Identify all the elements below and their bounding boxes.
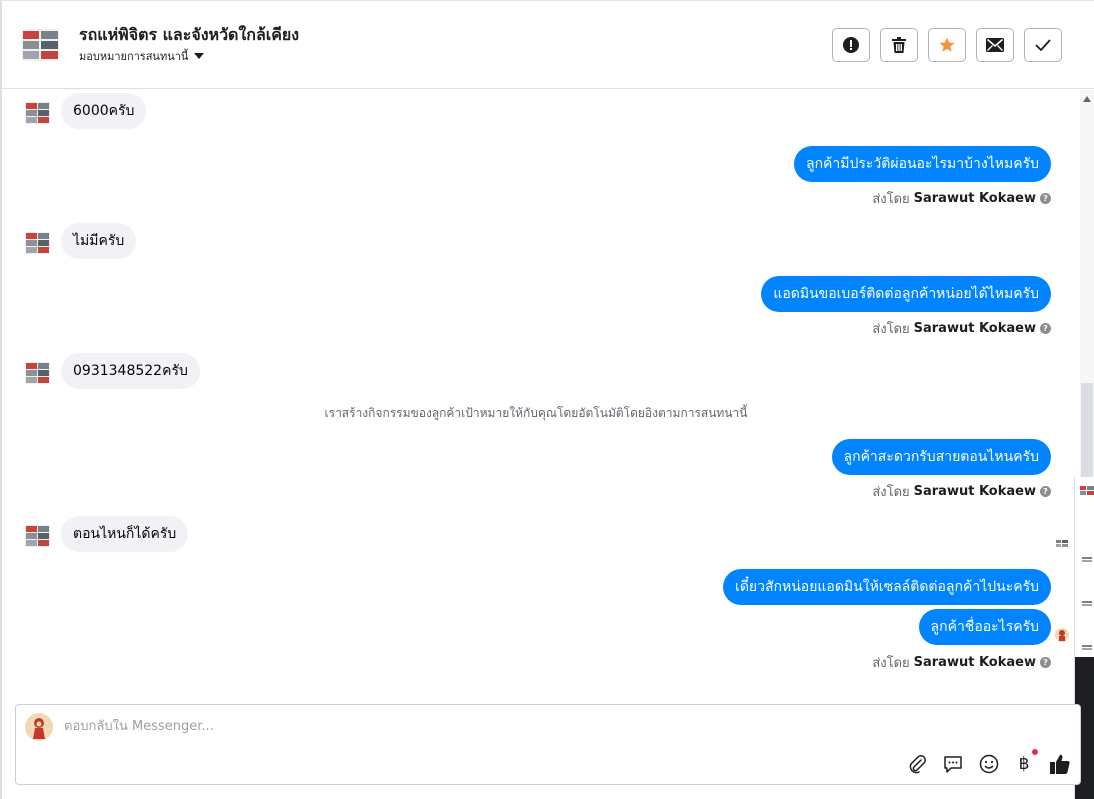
outgoing-message[interactable]: แอดมินขอเบอร์ติดต่อลูกค้าหน่อยได้ไหมครับ <box>761 276 1051 312</box>
seen-by-customer-icon <box>1056 540 1068 547</box>
alert-icon <box>843 37 859 53</box>
reply-input[interactable] <box>64 719 864 734</box>
outgoing-message[interactable]: ลูกค้าชื่ออะไรครับ <box>918 609 1051 645</box>
sent-by-label: ส่งโดย Sarawut Kokaew ? <box>872 188 1051 209</box>
star-icon <box>939 37 955 52</box>
notification-dot <box>1032 749 1038 755</box>
mark-done-button[interactable] <box>1024 28 1062 62</box>
sent-by-prefix: ส่งโดย <box>872 656 910 671</box>
delete-button[interactable] <box>880 28 918 62</box>
app-frame <box>0 0 1094 799</box>
attachment-icon <box>909 755 926 774</box>
reply-composer: ฿ <box>15 704 1081 785</box>
assign-conversation-dropdown[interactable]: มอบหมายการสนทนานี้ <box>79 47 205 65</box>
thumbnail-icon <box>1082 645 1092 650</box>
help-icon[interactable]: ? <box>1040 193 1051 204</box>
sent-by-label: ส่งโดย Sarawut Kokaew ? <box>872 652 1051 673</box>
saved-reply-icon <box>944 756 962 773</box>
mail-icon <box>986 38 1004 52</box>
outgoing-message[interactable]: เดี๋ยวสักหน่อยแอดมินให้เซลล์ติดต่อลูกค้า… <box>723 569 1051 605</box>
outgoing-message[interactable]: ลูกค้ามีประวัติผ่อนอะไรมาบ้างไหมครับ <box>793 146 1051 182</box>
customer-avatar <box>25 232 50 254</box>
outgoing-message[interactable]: ลูกค้าสะดวกรับสายตอนไหนครับ <box>831 439 1051 475</box>
payment-button[interactable]: ฿ <box>1013 753 1035 775</box>
attach-button[interactable] <box>906 753 928 775</box>
sender-name: Sarawut Kokaew <box>913 191 1036 206</box>
sender-avatar <box>25 713 53 741</box>
customer-avatar <box>25 525 50 547</box>
sender-name: Sarawut Kokaew <box>913 655 1036 670</box>
help-icon[interactable]: ? <box>1040 657 1051 668</box>
help-icon[interactable]: ? <box>1040 323 1051 334</box>
incoming-message[interactable]: ไม่มีครับ <box>61 223 137 259</box>
customer-avatar <box>25 362 50 384</box>
help-icon[interactable]: ? <box>1040 486 1051 497</box>
emoji-icon <box>979 754 999 774</box>
page-avatar[interactable] <box>22 29 59 61</box>
system-note: เราสร้างกิจกรรมของลูกค้าเป้าหมายให้กับคุ… <box>324 406 748 420</box>
page-thumbnail-icon[interactable] <box>1080 486 1094 496</box>
sent-by-prefix: ส่งโดย <box>872 485 910 500</box>
thumbnail-icon <box>1082 601 1092 606</box>
sent-by-label: ส่งโดย Sarawut Kokaew ? <box>872 318 1051 339</box>
mark-spam-button[interactable] <box>832 28 870 62</box>
thumbnail-icon <box>1082 557 1092 562</box>
payment-icon: ฿ <box>1018 754 1030 774</box>
incoming-message[interactable]: ตอนไหนก็ได้ครับ <box>61 516 189 552</box>
emoji-button[interactable] <box>978 753 1000 775</box>
scroll-up-arrow-icon[interactable] <box>1083 96 1091 102</box>
conversation-header: รถแห่พิจิตร และจังหวัดใกล้เคียง มอบหมายก… <box>2 0 1094 89</box>
customer-avatar <box>25 102 50 124</box>
trash-icon <box>892 37 906 53</box>
sent-by-label: ส่งโดย Sarawut Kokaew ? <box>872 481 1051 502</box>
incoming-message[interactable]: 6000ครับ <box>61 93 147 129</box>
sender-name: Sarawut Kokaew <box>913 484 1036 499</box>
sent-by-prefix: ส่งโดย <box>872 192 910 207</box>
incoming-message[interactable]: 0931348522ครับ <box>61 353 200 389</box>
star-button[interactable] <box>928 28 966 62</box>
assign-label: มอบหมายการสนทนานี้ <box>79 50 189 63</box>
page-title: รถแห่พิจิตร และจังหวัดใกล้เคียง <box>79 25 300 44</box>
like-icon <box>1050 754 1070 774</box>
check-icon <box>1035 39 1051 51</box>
mark-unread-button[interactable] <box>976 28 1014 62</box>
sender-name: Sarawut Kokaew <box>913 321 1036 336</box>
sender-avatar-icon <box>1055 628 1069 642</box>
saved-replies-button[interactable] <box>942 753 964 775</box>
chevron-down-icon <box>194 53 205 59</box>
like-button[interactable] <box>1049 753 1071 775</box>
sent-by-prefix: ส่งโดย <box>872 322 910 337</box>
